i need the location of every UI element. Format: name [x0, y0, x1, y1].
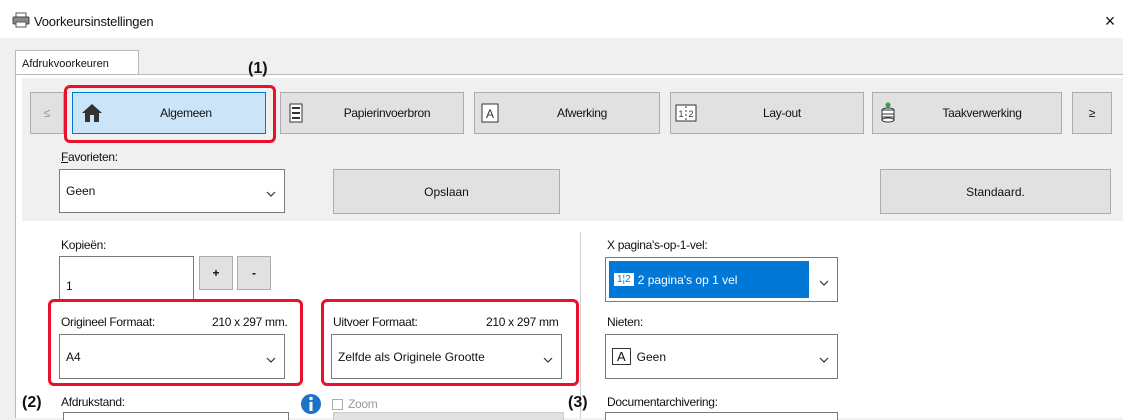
tab-lay-out-label: Lay-out — [763, 106, 801, 120]
printer-icon — [12, 12, 30, 31]
favorites-value: Geen — [66, 184, 96, 198]
chevron-down-icon — [266, 187, 276, 201]
close-icon[interactable]: × — [1100, 10, 1120, 32]
zoom-label: Zoom — [348, 397, 378, 411]
window-title: Voorkeursinstellingen — [34, 14, 154, 29]
zoom-checkbox[interactable] — [332, 399, 343, 410]
info-icon — [300, 393, 322, 418]
annotation-3: (3) — [568, 394, 588, 411]
prev-icon: ≤ — [43, 106, 51, 120]
default-button-label: Standaard. — [966, 184, 1025, 199]
svg-text:A: A — [486, 107, 494, 121]
orientation-select[interactable] — [63, 412, 289, 420]
prev-page-button[interactable]: ≤ — [30, 92, 64, 134]
annotation-2: (2) — [22, 394, 42, 411]
copies-value: 1 — [66, 279, 73, 293]
paper-tray-icon — [281, 103, 311, 123]
staple-icon: A — [612, 348, 631, 365]
docfiling-label: Documentarchivering: — [607, 395, 718, 409]
finishing-icon: A — [475, 103, 505, 123]
copies-minus-button[interactable]: - — [237, 256, 271, 290]
tab-afwerking-label: Afwerking — [557, 106, 607, 120]
staple-value: Geen — [636, 349, 667, 364]
nup-value: 2 pagina's op 1 vel — [637, 272, 738, 287]
svg-text:1: 1 — [679, 109, 684, 119]
plus-icon: + — [212, 266, 220, 280]
next-page-button[interactable]: ≥ — [1072, 92, 1112, 134]
favorites-label: Favorieten: — [61, 150, 118, 164]
title-bar — [0, 0, 1123, 38]
tab-afdrukvoorkeuren[interactable]: Afdrukvoorkeuren — [15, 50, 139, 75]
nup-select[interactable]: 1¦2 2 pagina's op 1 vel — [605, 257, 838, 302]
nup-icon: 1¦2 — [614, 273, 634, 286]
annotation-1: (1) — [248, 60, 268, 77]
zoom-settings-button[interactable] — [333, 412, 564, 420]
favorites-select[interactable]: Geen — [59, 169, 285, 213]
tab-taakverwerking[interactable]: Taakverwerking — [872, 92, 1062, 134]
default-button[interactable]: Standaard. — [880, 169, 1111, 214]
copies-label: Kopieën: — [61, 238, 106, 252]
staple-select[interactable]: A Geen — [605, 334, 838, 379]
minus-icon: - — [252, 266, 256, 280]
next-icon: ≥ — [1088, 106, 1096, 120]
copies-plus-button[interactable]: + — [199, 256, 233, 290]
tab-taakverwerking-label: Taakverwerking — [942, 106, 1022, 120]
save-button[interactable]: Opslaan — [333, 169, 560, 214]
highlight-box-2 — [48, 299, 303, 386]
copies-input[interactable]: 1 — [59, 256, 194, 302]
tab-papierinvoerbron[interactable]: Papierinvoerbron — [280, 92, 464, 134]
tab-papierinvoerbron-label: Papierinvoerbron — [343, 106, 431, 120]
svg-text:2: 2 — [689, 109, 694, 119]
save-button-label: Opslaan — [424, 184, 469, 199]
chevron-down-icon — [819, 276, 829, 290]
tab-afwerking[interactable]: A Afwerking — [474, 92, 660, 134]
highlight-box-3 — [321, 299, 579, 386]
docfiling-select[interactable] — [605, 412, 838, 420]
highlight-box-1 — [64, 85, 276, 143]
column-divider — [580, 232, 581, 418]
layout-icon: 12 — [671, 104, 701, 122]
orientation-label: Afdrukstand: — [61, 395, 125, 409]
nup-label: X pagina's-op-1-vel: — [607, 238, 708, 252]
tab-lay-out[interactable]: 12 Lay-out — [670, 92, 864, 134]
chevron-down-icon — [819, 353, 829, 367]
nup-selected-item: 1¦2 2 pagina's op 1 vel — [609, 261, 809, 298]
staple-label: Nieten: — [607, 315, 643, 329]
job-handling-icon — [873, 102, 903, 124]
